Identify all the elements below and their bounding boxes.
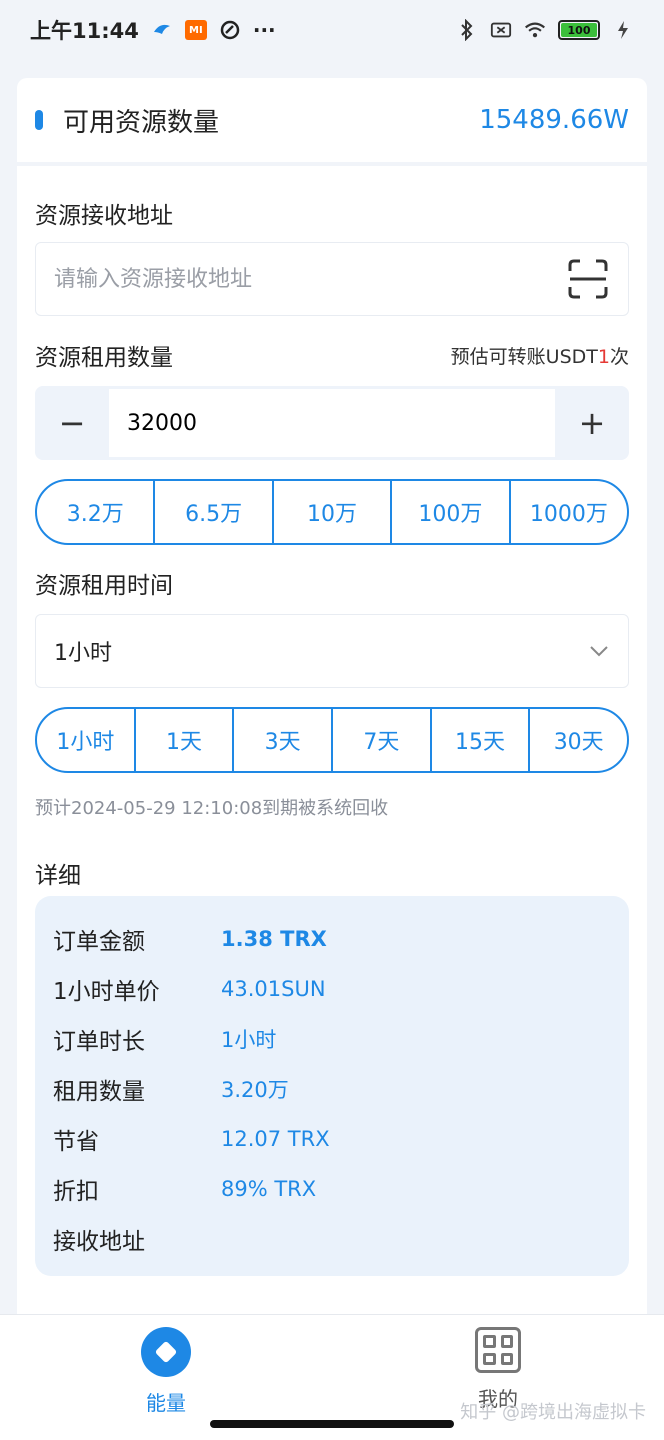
resource-title: 可用资源数量	[63, 107, 220, 138]
detail-row: 节省 12.07 TRX	[53, 1114, 611, 1164]
detail-key: 租用数量	[53, 1079, 145, 1105]
amount-preset-32k[interactable]: 3.2万	[37, 481, 156, 543]
energy-icon	[141, 1327, 191, 1377]
duration-preset-15d[interactable]: 15天	[432, 709, 531, 771]
discount-value: 89% TRX	[221, 1177, 317, 1201]
available-resource-card: 可用资源数量 15489.66W	[17, 78, 647, 162]
duration-preset-1d[interactable]: 1天	[136, 709, 235, 771]
increment-button[interactable]: +	[555, 386, 629, 460]
estimate-prefix: 预估可转账USDT	[450, 346, 598, 368]
watermark: 知乎 @跨境出海虚拟卡	[460, 1402, 646, 1423]
detail-row: 折扣 89% TRX	[53, 1164, 611, 1214]
duration-preset-1h[interactable]: 1小时	[37, 709, 136, 771]
status-time: 上午11:44	[30, 19, 139, 43]
order-duration-value: 1小时	[221, 1028, 277, 1052]
detail-row: 1小时单价 43.01SUN	[53, 964, 611, 1014]
order-detail-panel: 订单金额 1.38 TRX 1小时单价 43.01SUN 订单时长 1小时 租用…	[35, 896, 629, 1276]
detail-row: 订单金额 1.38 TRX	[53, 914, 611, 964]
nav-energy-label: 能量	[146, 1391, 186, 1415]
detail-key: 节省	[53, 1129, 99, 1155]
amount-preset-group: 3.2万 6.5万 10万 100万 1000万	[35, 479, 629, 545]
duration-preset-group: 1小时 1天 3天 7天 15天 30天	[35, 707, 629, 773]
detail-key: 1小时单价	[53, 979, 160, 1005]
address-field	[35, 242, 629, 316]
no-sim-icon	[490, 19, 512, 41]
status-bar: 上午11:44 MI ··· 100	[0, 0, 664, 60]
charging-icon	[612, 19, 634, 41]
amount-preset-1m[interactable]: 100万	[392, 481, 511, 543]
estimate-suffix: 次	[609, 346, 629, 368]
wifi-icon	[524, 19, 546, 41]
detail-title: 详细	[35, 863, 81, 889]
unit-price-value: 43.01SUN	[221, 977, 326, 1001]
detail-key: 订单金额	[53, 929, 145, 955]
usdt-transfer-estimate: 预估可转账USDT1次	[451, 342, 629, 369]
order-amount-value: 1.38 TRX	[221, 927, 327, 951]
duration-preset-30d[interactable]: 30天	[530, 709, 627, 771]
battery-icon: 100	[558, 20, 600, 40]
amount-preset-10m[interactable]: 1000万	[511, 481, 627, 543]
more-icon: ···	[252, 18, 276, 42]
detail-key: 折扣	[53, 1179, 99, 1205]
rental-form: 资源接收地址 资源租用数量 预估可转账USDT1次 − + 3.2万 6.5万 …	[17, 166, 647, 1314]
accent-marker	[35, 110, 43, 130]
address-label: 资源接收地址	[35, 203, 173, 229]
amount-input[interactable]	[127, 410, 537, 436]
amount-stepper: − +	[35, 386, 629, 460]
nav-tab-energy[interactable]: 能量	[128, 1327, 204, 1416]
battery-level: 100	[561, 23, 597, 37]
chevron-down-icon	[588, 640, 610, 662]
resource-value: 15489.66W	[479, 105, 629, 135]
bluetooth-icon	[456, 19, 478, 41]
home-indicator[interactable]	[210, 1420, 454, 1428]
estimate-count: 1	[597, 346, 610, 368]
amount-preset-100k[interactable]: 10万	[274, 481, 393, 543]
duration-preset-3d[interactable]: 3天	[234, 709, 334, 771]
detail-row: 订单时长 1小时	[53, 1014, 611, 1064]
duration-select[interactable]: 1小时	[35, 614, 629, 688]
address-input[interactable]	[54, 266, 566, 292]
duration-preset-7d[interactable]: 7天	[333, 709, 432, 771]
amount-label: 资源租用数量	[35, 345, 173, 371]
rental-amount-value: 3.20万	[221, 1078, 289, 1102]
savings-value: 12.07 TRX	[221, 1127, 330, 1151]
amount-value-wrap	[109, 389, 555, 457]
bird-app-icon	[151, 19, 173, 41]
detail-row: 租用数量 3.20万	[53, 1064, 611, 1114]
grid-icon	[475, 1327, 521, 1373]
detail-key: 接收地址	[53, 1229, 145, 1255]
detail-row: 接收地址	[53, 1214, 611, 1264]
detail-key: 订单时长	[53, 1029, 145, 1055]
decrement-button[interactable]: −	[35, 386, 109, 460]
duration-selected: 1小时	[54, 641, 112, 666]
duration-label: 资源租用时间	[35, 573, 173, 599]
amount-preset-65k[interactable]: 6.5万	[155, 481, 274, 543]
mi-app-icon: MI	[184, 20, 207, 40]
scan-icon[interactable]	[566, 257, 610, 301]
expiry-note: 预计2024-05-29 12:10:08到期被系统回收	[35, 798, 389, 819]
at-app-icon	[219, 19, 241, 41]
